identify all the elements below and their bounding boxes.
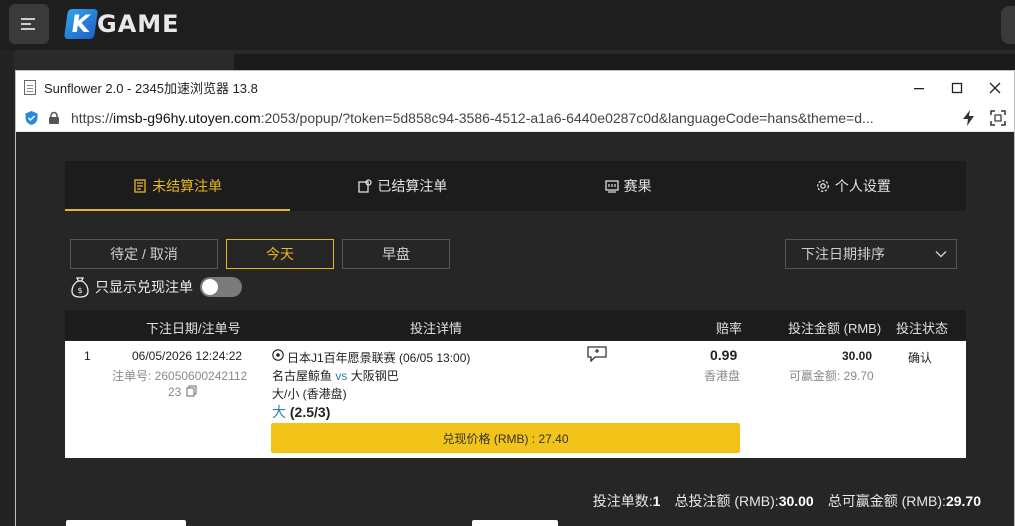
- sort-dropdown[interactable]: 下注日期排序: [785, 239, 957, 269]
- chat-info-icon[interactable]: [586, 346, 608, 362]
- selection-line: (2.5/3): [289, 404, 331, 420]
- chevron-down-icon: [935, 251, 947, 258]
- summary-total-win: 总可赢金额 (RMB):29.70: [827, 493, 981, 509]
- match-teams: 名古屋鲸鱼 vs 大阪钢巴: [272, 367, 399, 384]
- menu-button[interactable]: [9, 4, 49, 44]
- url-text[interactable]: https://imsb-g96hy.utoyen.com:2053/popup…: [71, 110, 966, 126]
- scoreboard-icon: [604, 180, 619, 193]
- settled-icon: [358, 179, 373, 193]
- window-titlebar: Sunflower 2.0 - 2345加速浏览器 13.8: [16, 71, 1014, 104]
- odds-value: 0.99: [710, 347, 738, 363]
- bottom-button-center[interactable]: [472, 520, 558, 526]
- copy-icon[interactable]: [186, 385, 197, 397]
- shield-icon[interactable]: [24, 110, 39, 126]
- summary-total-stake: 总投注额 (RMB):30.00: [674, 493, 814, 509]
- tab-settings[interactable]: 个人设置: [741, 161, 966, 211]
- early-market-button[interactable]: 早盘: [342, 239, 450, 269]
- menu-icon: [21, 18, 35, 30]
- tab-bar: 未结算注单 已结算注单 赛果 个人设置: [65, 161, 966, 211]
- close-icon: [989, 82, 1001, 93]
- odds-type: 香港盘: [704, 369, 741, 383]
- tab-unsettled[interactable]: 未结算注单: [65, 161, 291, 211]
- header-stake: 投注金额 (RMB): [788, 321, 882, 336]
- cashout-toggle-switch[interactable]: [200, 277, 242, 297]
- gear-icon: [816, 180, 829, 192]
- lock-icon[interactable]: [47, 111, 61, 125]
- maximize-button[interactable]: [938, 71, 976, 104]
- cashout-filter-label: 只显示兑现注单: [95, 279, 193, 295]
- cashout-button[interactable]: 兑现价格 (RMB) : 27.40: [271, 423, 740, 453]
- bet-slip-icon: [134, 179, 146, 193]
- minimize-button[interactable]: [900, 71, 938, 104]
- ticket-number: 注单号: 26050600242112: [112, 369, 248, 383]
- cashout-filter: $ 只显示兑现注单: [70, 276, 242, 298]
- potential-win: 可赢金额: 29.70: [789, 369, 874, 383]
- browser-popup-window: Sunflower 2.0 - 2345加速浏览器 13.8 https://i…: [15, 70, 1015, 526]
- ticket-number-suffix: 23: [168, 385, 182, 399]
- top-right-button[interactable]: [1001, 6, 1015, 44]
- header-detail: 投注详情: [410, 321, 463, 336]
- document-icon: [24, 80, 36, 95]
- bet-summary: 投注单数:1 总投注额 (RMB):30.00 总可赢金额 (RMB):29.7…: [593, 491, 981, 511]
- summary-count: 投注单数:1: [592, 493, 661, 509]
- screenshot-icon[interactable]: [990, 110, 1006, 126]
- pending-cancel-button[interactable]: 待定 / 取消: [70, 239, 218, 269]
- header-odds: 赔率: [716, 321, 743, 336]
- table-row: 1 06/05/2026 12:24:22 注单号: 2605060024211…: [65, 341, 966, 458]
- svg-text:$: $: [77, 286, 82, 295]
- bet-list-page: 未结算注单 已结算注单 赛果 个人设置 待定 / 取消 今天 早盘 下注日期排序: [16, 132, 1014, 526]
- bet-date: 06/05/2026 12:24:22: [132, 349, 243, 363]
- tab-settled[interactable]: 已结算注单: [290, 161, 515, 211]
- table-header: 下注日期/注单号 投注详情 赔率 投注金额 (RMB) 投注状态: [65, 310, 966, 340]
- sort-dropdown-label: 下注日期排序: [801, 246, 885, 262]
- bet-status: 确认: [908, 351, 933, 365]
- maximize-icon: [951, 82, 963, 93]
- soccer-ball-icon: [272, 349, 284, 361]
- minimize-icon: [914, 87, 924, 89]
- bottom-button-left[interactable]: [66, 520, 186, 526]
- selection: 大 (2.5/3): [272, 402, 330, 422]
- close-button[interactable]: [976, 71, 1014, 104]
- stake-amount: 30.00: [842, 349, 873, 363]
- away-team: 大阪钢巴: [350, 369, 399, 383]
- window-title: Sunflower 2.0 - 2345加速浏览器 13.8: [44, 81, 258, 96]
- market-type: 大/小 (香港盘): [272, 387, 347, 401]
- header-status: 投注状态: [896, 321, 949, 336]
- money-bag-icon: $: [71, 277, 89, 298]
- selection-pick: 大: [272, 404, 286, 420]
- vs-label: vs: [335, 369, 348, 383]
- kgame-logo[interactable]: K GAME: [63, 8, 180, 40]
- row-index: 1: [84, 349, 91, 363]
- lightning-icon[interactable]: [962, 110, 976, 126]
- league-name: 日本J1百年愿景联赛 (06/05 13:00): [287, 351, 471, 365]
- header-date: 下注日期/注单号: [146, 321, 241, 336]
- side-rail: [0, 50, 14, 526]
- home-team: 名古屋鲸鱼: [272, 369, 333, 383]
- tab-results[interactable]: 赛果: [516, 161, 741, 211]
- today-button[interactable]: 今天: [226, 239, 334, 269]
- address-bar[interactable]: https://imsb-g96hy.utoyen.com:2053/popup…: [16, 104, 1014, 132]
